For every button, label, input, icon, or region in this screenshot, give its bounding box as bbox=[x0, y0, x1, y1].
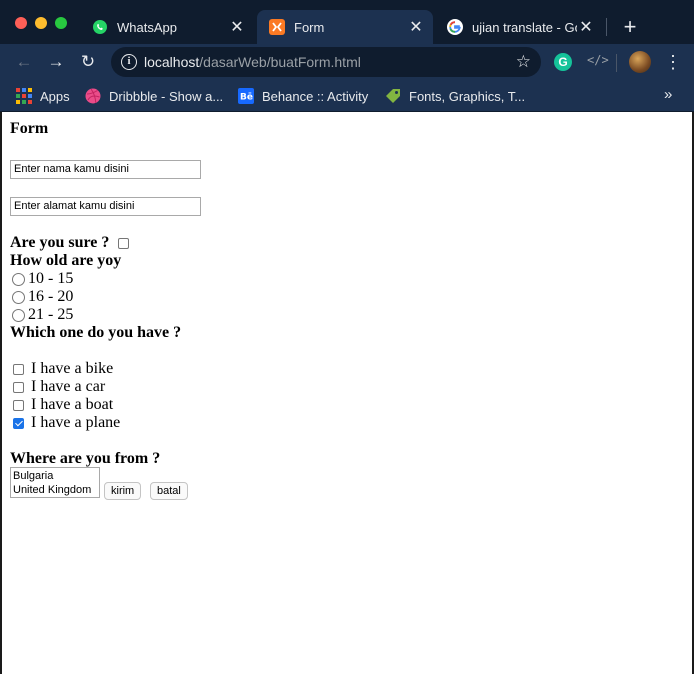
apps-grid-icon bbox=[16, 88, 32, 104]
back-button[interactable]: ← bbox=[12, 50, 36, 74]
sure-question-label: Are you sure ? bbox=[10, 234, 110, 251]
tab-close-icon[interactable]: ✕ bbox=[407, 17, 425, 37]
tag-icon bbox=[386, 89, 400, 103]
reset-button[interactable]: batal bbox=[150, 482, 188, 500]
url-path: /dasarWeb/buatForm.html bbox=[199, 54, 361, 70]
age-question-label: How old are yoy bbox=[10, 252, 122, 269]
bookmark-label: Behance :: Activity bbox=[262, 88, 369, 104]
tab-whatsapp[interactable]: WhatsApp ✕ bbox=[80, 10, 254, 44]
new-tab-button[interactable]: + bbox=[620, 14, 640, 40]
tab-close-icon[interactable]: ✕ bbox=[577, 17, 595, 37]
country-option[interactable]: United Kingdom bbox=[13, 483, 97, 497]
boat-checkbox[interactable] bbox=[13, 400, 24, 411]
tab-title: WhatsApp bbox=[117, 19, 177, 35]
bookmark-star-icon[interactable]: ☆ bbox=[516, 52, 531, 72]
tab-form[interactable]: Form ✕ bbox=[257, 10, 433, 44]
grammarly-extension-icon[interactable]: G bbox=[554, 53, 572, 71]
car-checkbox[interactable] bbox=[13, 382, 24, 393]
bookmark-apps[interactable]: Apps bbox=[16, 86, 70, 106]
toolbar-divider bbox=[616, 54, 617, 72]
url-host: localhost bbox=[144, 54, 200, 70]
whatsapp-icon bbox=[93, 20, 107, 34]
age-radio-10-15[interactable] bbox=[12, 273, 25, 286]
bookmark-behance[interactable]: Bē Behance :: Activity bbox=[238, 86, 368, 106]
window-zoom-button[interactable] bbox=[55, 17, 67, 29]
window-minimize-button[interactable] bbox=[35, 17, 47, 29]
svg-text:Bē: Bē bbox=[240, 93, 253, 103]
window-close-button[interactable] bbox=[15, 17, 27, 29]
country-listbox[interactable]: Bulgaria United Kingdom bbox=[10, 467, 100, 498]
dribbble-icon bbox=[85, 88, 101, 104]
xampp-icon bbox=[269, 19, 285, 35]
toolbar: ← → ↻ i localhost/dasarWeb/buatForm.html… bbox=[0, 44, 694, 80]
address-url[interactable]: localhost/dasarWeb/buatForm.html bbox=[144, 54, 361, 70]
profile-avatar[interactable] bbox=[629, 51, 651, 73]
tab-bar: WhatsApp ✕ Form ✕ ujian translate - Goo … bbox=[0, 0, 694, 44]
age-option-label: 10 - 15 bbox=[28, 270, 74, 287]
from-question-label: Where are you from ? bbox=[10, 450, 161, 467]
reload-button[interactable]: ↻ bbox=[76, 50, 100, 74]
plane-checkbox[interactable] bbox=[13, 418, 24, 429]
bookmark-label: Apps bbox=[40, 88, 70, 104]
age-option-label: 16 - 20 bbox=[28, 288, 74, 305]
have-question-label: Which one do you have ? bbox=[10, 324, 182, 341]
tab-google-translate[interactable]: ujian translate - Goo ✕ bbox=[435, 10, 603, 44]
bookmark-label: Dribbble - Show a... bbox=[109, 88, 224, 104]
bookmarks-bar: Apps Dribbble - Show a... Bē Behance :: … bbox=[0, 80, 694, 112]
sure-checkbox[interactable] bbox=[118, 238, 129, 249]
age-radio-21-25[interactable] bbox=[12, 309, 25, 322]
have-option-label: I have a plane bbox=[31, 414, 121, 431]
bookmark-fonts[interactable]: Fonts, Graphics, T... bbox=[385, 86, 525, 106]
have-option-label: I have a bike bbox=[31, 360, 114, 377]
google-icon bbox=[447, 19, 463, 35]
code-extension-icon[interactable]: </> bbox=[587, 53, 609, 67]
bookmarks-overflow-icon[interactable]: » bbox=[664, 86, 672, 103]
submit-button[interactable]: kirim bbox=[104, 482, 142, 500]
name-input[interactable]: Enter nama kamu disini bbox=[10, 160, 201, 179]
browser-menu-icon[interactable]: ⋮ bbox=[664, 50, 682, 74]
bookmark-label: Fonts, Graphics, T... bbox=[409, 88, 526, 104]
bookmark-dribbble[interactable]: Dribbble - Show a... bbox=[85, 86, 223, 106]
tab-divider bbox=[606, 18, 607, 36]
tab-title: Form bbox=[294, 19, 325, 35]
have-option-label: I have a boat bbox=[31, 396, 114, 413]
address-input[interactable]: Enter alamat kamu disini bbox=[10, 197, 201, 216]
form-heading: Form bbox=[10, 120, 49, 137]
bike-checkbox[interactable] bbox=[13, 364, 24, 375]
behance-icon: Bē bbox=[238, 88, 254, 104]
tab-title: ujian translate - Goo bbox=[472, 19, 577, 35]
country-option[interactable]: Bulgaria bbox=[13, 469, 97, 483]
page-content: Form Enter nama kamu disini Enter alamat… bbox=[0, 112, 694, 674]
tab-close-icon[interactable]: ✕ bbox=[228, 17, 246, 37]
age-option-label: 21 - 25 bbox=[28, 306, 74, 323]
site-info-icon[interactable]: i bbox=[121, 54, 137, 70]
address-bar[interactable]: i localhost/dasarWeb/buatForm.html ☆ bbox=[111, 47, 541, 77]
have-option-label: I have a car bbox=[31, 378, 106, 395]
forward-button[interactable]: → bbox=[44, 50, 68, 74]
age-radio-16-20[interactable] bbox=[12, 291, 25, 304]
